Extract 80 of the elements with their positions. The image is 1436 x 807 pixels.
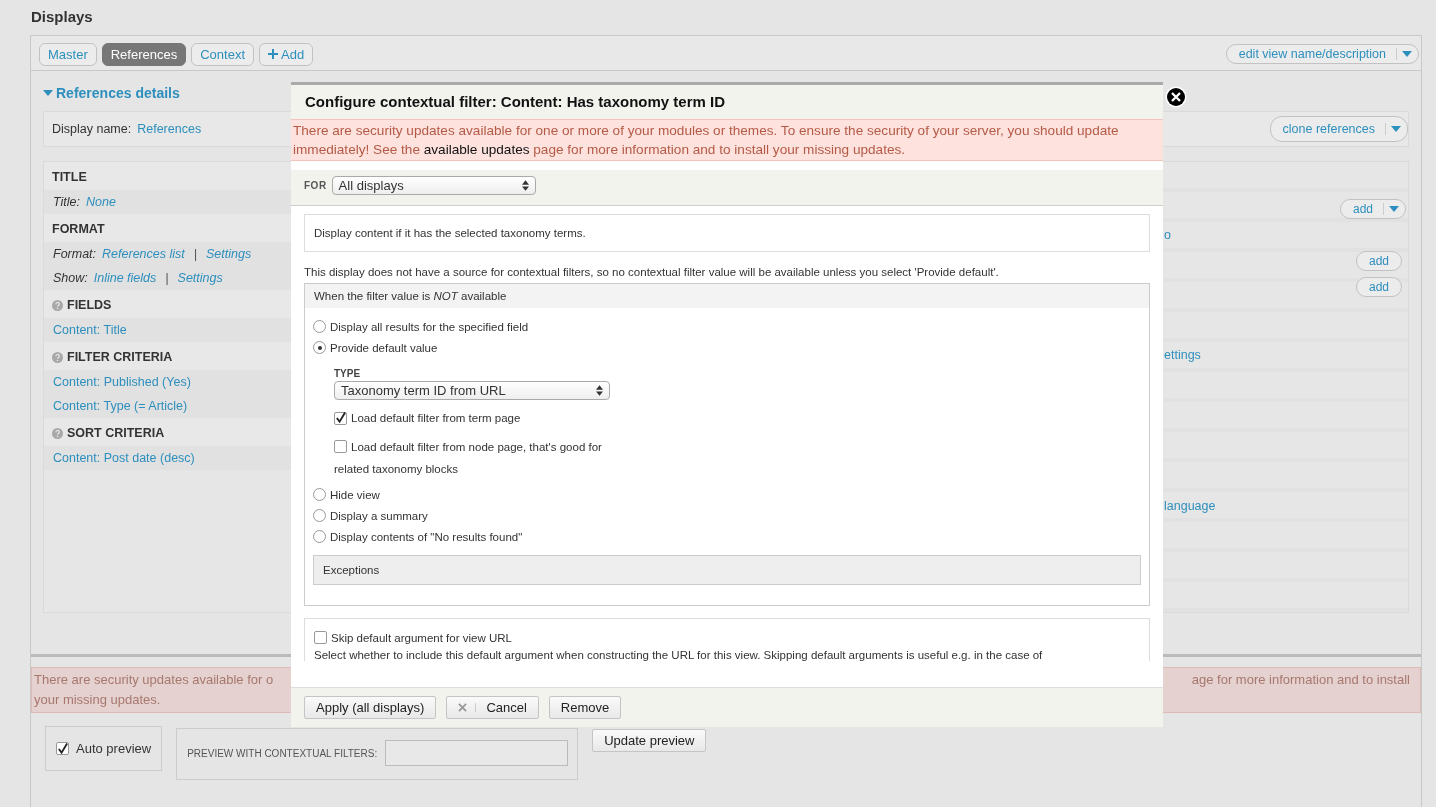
setting-link[interactable]: References list [102,247,185,261]
setting-link[interactable]: Content: Type (= Article) [53,399,188,413]
add-button[interactable]: add [1355,251,1402,271]
cancel-button[interactable]: Cancel [446,696,539,719]
auto-preview-checkbox[interactable]: Auto preview [45,726,163,771]
checkbox[interactable] [334,440,347,453]
setting-label: Title: [53,195,80,209]
help-icon [52,351,63,363]
plus-icon [268,49,279,59]
close-icon [458,703,477,712]
field-label: TYPE [334,368,362,379]
apply-button[interactable]: Apply (all displays) [304,696,437,719]
updates-link[interactable]: available updates [423,142,530,157]
radio-option[interactable]: Provide default value [313,341,1141,354]
update-preview-button[interactable]: Update preview [592,729,707,752]
section-title: FILTER CRITERIA [67,350,173,364]
section-title: TITLE [52,170,87,184]
add-display-button[interactable]: Add [259,42,314,66]
fieldset-legend: When the filter value is NOT available [305,284,1149,308]
radio-option[interactable]: Display all results for the specified field [313,320,1141,333]
remove-button[interactable]: Remove [548,696,622,719]
security-message: There are security updates available for one or more of your modules or themes. To ensure the security of your server, you should update immediately! See the available updates page for more information and to install your missing updates. [291,119,1163,161]
checkbox-option[interactable]: Load default filter from node page, that's good for related taxonomy blocks [334,436,604,480]
help-icon [52,299,63,311]
updown-icon [596,385,603,396]
display-select[interactable]: All displays [331,176,536,195]
setting-link[interactable]: Content: Post date (desc) [53,451,195,465]
setting-label: Show: [53,271,88,285]
checkbox[interactable] [56,742,69,755]
exceptions-section[interactable]: Exceptions [313,555,1141,585]
radio-option[interactable]: Display a summary [313,509,1141,522]
help-icon [52,427,63,439]
caret-icon [43,90,53,96]
setting-link[interactable]: Settings [206,247,252,261]
edit-view-split-button[interactable]: edit view name/description [1225,44,1419,64]
help-text: Select whether to include this default argument when constructing the URL for this view. Skipping default arguments is useful e.g. in the case of [314,649,1044,661]
checkbox-option[interactable]: Load default filter from term page [334,407,604,429]
setting-link[interactable]: None [86,195,116,209]
section-title: FORMAT [52,222,105,236]
message-text: age for more information and to install [1191,671,1410,689]
radio[interactable] [313,488,326,501]
section-title: SORT CRITERIA [67,426,165,440]
radio-option[interactable]: Hide view [313,488,1141,501]
note-text: This display does not have a source for contextual filters, so no contextual filter value will be available unless you select 'Provide default'. [304,265,1000,280]
radio-option[interactable]: Display contents of "No results found" [313,530,1141,543]
setting-link[interactable]: Content: Published (Yes) [53,375,191,389]
message-text: There are security updates available for o [34,671,274,689]
section-title: FIELDS [67,298,112,312]
close-icon[interactable] [1165,86,1187,108]
setting-link[interactable]: Content: Title [53,323,127,337]
type-select[interactable]: Taxonomy term ID from URL [334,381,610,400]
display-tab[interactable]: Context [191,42,255,66]
radio[interactable] [313,509,326,522]
field-label: Display name: [52,122,132,136]
checkbox-option[interactable]: Skip default argument for view URL [314,627,1140,649]
clone-split-button[interactable]: clone references [1269,116,1408,142]
radio[interactable] [313,320,326,333]
input-field[interactable] [385,740,569,766]
display-name-link[interactable]: References [137,122,202,136]
description: Display content if it has the selected taxonomy terms. [304,214,1150,252]
display-tab[interactable]: Master [39,42,97,66]
checkbox[interactable] [314,631,327,644]
radio[interactable] [313,341,326,354]
setting-link[interactable]: Settings [177,271,223,285]
separator: | [192,247,198,261]
message-text: your missing updates. [34,691,162,709]
details-toggle[interactable]: References details [43,71,180,111]
setting-link[interactable]: Inline fields [93,271,157,285]
radio[interactable] [313,530,326,543]
dialog-title: Configure contextual filter: Content: Has taxonomy term ID [291,85,1163,119]
updown-icon [521,180,529,191]
separator: | [164,271,170,285]
checkbox[interactable] [334,411,347,425]
add-split-button[interactable]: add [1339,199,1406,219]
setting-label: Format: [53,247,97,261]
display-tab[interactable]: References [101,42,187,66]
section-heading: Displays [30,7,93,27]
field-label: FOR [304,180,327,191]
add-button[interactable]: add [1355,277,1402,297]
field-label: PREVIEW WITH CONTEXTUAL FILTERS: [187,747,378,759]
